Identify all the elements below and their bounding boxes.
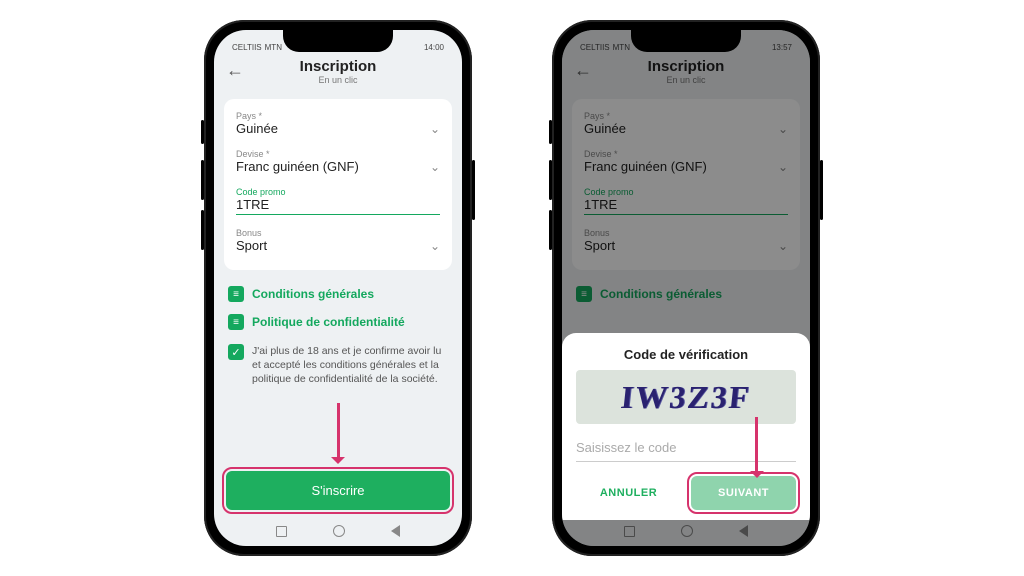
carrier-2: MTN (265, 44, 282, 52)
consent-text: J'ai plus de 18 ans et je confirme avoir… (252, 344, 448, 387)
phone-right: CELTIIS MTN 13:57 ← Inscription En un cl… (552, 20, 820, 556)
nav-back-icon[interactable] (391, 525, 400, 537)
verification-sheet: Code de vérification IW3Z3F Saisissez le… (562, 333, 810, 520)
captcha-text: IW3Z3F (619, 379, 752, 416)
form-card: Pays * Guinée ⌄ Devise * Franc guinéen (… (224, 99, 452, 270)
cancel-button[interactable]: ANNULER (576, 476, 681, 510)
promo-input[interactable]: 1TRE (236, 197, 440, 215)
chevron-down-icon: ⌄ (430, 160, 440, 174)
annotation-arrow-icon (755, 417, 758, 475)
chevron-down-icon: ⌄ (430, 239, 440, 253)
document-icon: ≡ (228, 286, 244, 302)
next-button[interactable]: SUIVANT (691, 476, 796, 510)
annotation-arrow-icon (337, 403, 340, 461)
register-button[interactable]: S'inscrire (226, 471, 450, 510)
carrier-1: CELTIIS (232, 44, 262, 52)
privacy-link[interactable]: ≡ Politique de confidentialité (228, 308, 448, 336)
currency-field[interactable]: Devise * Franc guinéen (GNF) ⌄ (236, 143, 440, 181)
back-arrow-icon[interactable]: ← (226, 60, 244, 81)
terms-link[interactable]: ≡ Conditions générales (228, 280, 448, 308)
chevron-down-icon: ⌄ (430, 122, 440, 136)
code-input[interactable]: Saisissez le code (576, 436, 796, 462)
promo-field[interactable]: Code promo 1TRE (236, 181, 440, 222)
privacy-label: Politique de confidentialité (252, 315, 405, 329)
notch (631, 30, 741, 52)
android-nav-bar (214, 520, 462, 546)
document-icon: ≡ (228, 314, 244, 330)
bonus-field[interactable]: Bonus Sport ⌄ (236, 222, 440, 260)
checkbox-checked-icon[interactable]: ✓ (228, 344, 244, 360)
phone-left: CELTIIS MTN 14:00 ← Inscription En un cl… (204, 20, 472, 556)
currency-value: Franc guinéen (GNF) (236, 159, 359, 174)
captcha-image: IW3Z3F (576, 370, 796, 424)
nav-recent-icon[interactable] (276, 526, 287, 537)
app-header: ← Inscription En un clic (214, 52, 462, 93)
links-block: ≡ Conditions générales ≡ Politique de co… (214, 276, 462, 399)
sheet-title: Code de vérification (576, 347, 796, 362)
page-subtitle: En un clic (214, 75, 462, 85)
notch (283, 30, 393, 52)
bonus-label: Bonus (236, 228, 440, 238)
page-title: Inscription (214, 58, 462, 75)
country-field[interactable]: Pays * Guinée ⌄ (236, 105, 440, 143)
terms-label: Conditions générales (252, 287, 374, 301)
bonus-value: Sport (236, 238, 267, 253)
promo-label: Code promo (236, 187, 440, 197)
consent-row[interactable]: ✓ J'ai plus de 18 ans et je confirme avo… (228, 336, 448, 395)
country-label: Pays * (236, 111, 440, 121)
currency-label: Devise * (236, 149, 440, 159)
nav-home-icon[interactable] (333, 525, 345, 537)
country-value: Guinée (236, 121, 278, 136)
status-time: 14:00 (424, 43, 444, 52)
